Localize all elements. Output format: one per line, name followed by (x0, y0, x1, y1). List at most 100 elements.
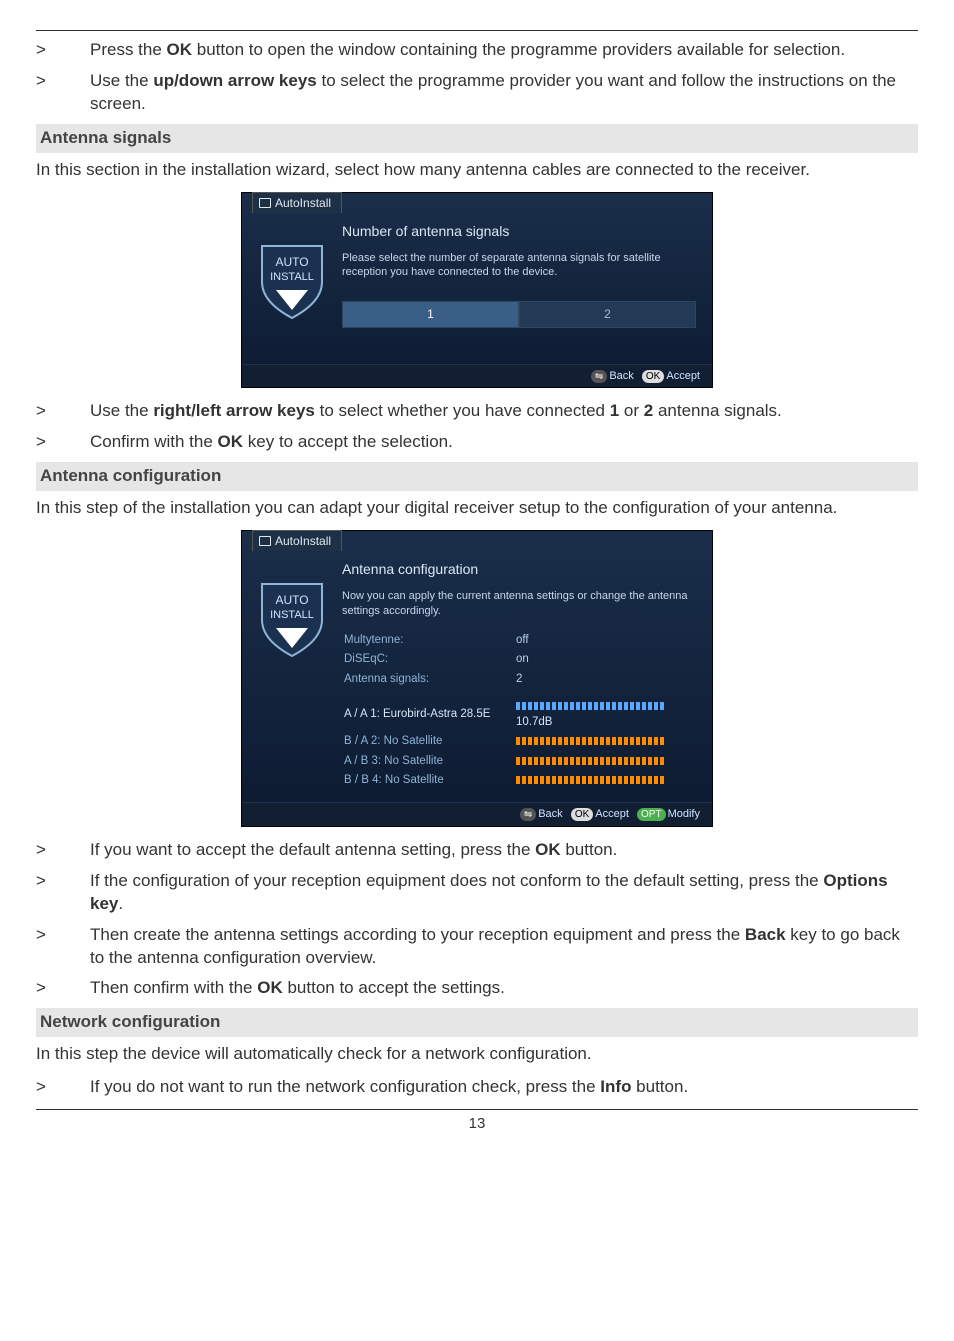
footer-accept: Accept (666, 370, 700, 382)
bullet-text: If you do not want to run the network co… (90, 1076, 918, 1099)
table-row: DiSEqC:on (344, 651, 694, 669)
text: If you do not want to run the network co… (90, 1077, 600, 1096)
bullet-symbol: > (36, 70, 90, 116)
shield-badge: AUTO INSTALL (242, 214, 342, 364)
bullet-item: > Use the right/left arrow keys to selec… (36, 400, 918, 423)
bullet-symbol: > (36, 1076, 90, 1099)
text: Then create the antenna settings accordi… (90, 925, 745, 944)
bullet-text: Then create the antenna settings accordi… (90, 924, 918, 970)
text: Press the (90, 40, 167, 59)
segmented-control[interactable]: 1 2 (342, 301, 696, 327)
page-number: 13 (36, 1114, 918, 1134)
bold: 2 (644, 401, 653, 420)
section-heading-antenna-config: Antenna configuration (36, 462, 918, 491)
text: button. (631, 1077, 688, 1096)
section-heading-network-config: Network configuration (36, 1008, 918, 1037)
window-tab: AutoInstall (252, 530, 342, 551)
bullet-item: > If the configuration of your reception… (36, 870, 918, 916)
bullet-text: Confirm with the OK key to accept the se… (90, 431, 918, 454)
satellite-table: A / A 1: Eurobird-Astra 28.5E 10.7dB B /… (342, 696, 696, 792)
bold: right/left arrow keys (153, 401, 315, 420)
svg-text:AUTO: AUTO (275, 255, 308, 269)
table-row: A / B 3: No Satellite (344, 753, 694, 771)
signal-cell (516, 772, 694, 790)
bullet-item: > Press the OK button to open the window… (36, 39, 918, 62)
sat-label: B / B 4: No Satellite (344, 772, 514, 790)
settings-table: Multytenne:off DiSEqC:on Antenna signals… (342, 630, 696, 691)
text: button to accept the settings. (283, 978, 505, 997)
text: button. (561, 840, 618, 859)
bold: Info (600, 1077, 631, 1096)
table-row: B / A 2: No Satellite (344, 733, 694, 751)
option-2[interactable]: 2 (519, 301, 696, 327)
bullet-text: Use the right/left arrow keys to select … (90, 400, 918, 423)
signal-cell: 10.7dB (516, 698, 694, 731)
footer-back: Back (609, 370, 633, 382)
signal-bar-icon (516, 737, 666, 745)
row-val: off (516, 632, 694, 650)
figure-antenna-config: AutoInstall AUTO INSTALL Antenna configu… (36, 530, 918, 827)
bullet-item: > If you want to accept the default ante… (36, 839, 918, 862)
bullet-text: If you want to accept the default antenn… (90, 839, 918, 862)
text: Use the (90, 71, 153, 90)
footer-accept: Accept (595, 808, 629, 820)
bullet-text: Then confirm with the OK button to accep… (90, 977, 918, 1000)
ok-pill-icon: OK (642, 370, 664, 384)
bullet-symbol: > (36, 39, 90, 62)
bold: 1 (610, 401, 619, 420)
text: antenna signals. (653, 401, 782, 420)
ok-pill-icon: OK (571, 808, 593, 822)
text: to select whether you have connected (315, 401, 610, 420)
row-val: on (516, 651, 694, 669)
text: Then confirm with the (90, 978, 257, 997)
bold: Back (745, 925, 786, 944)
bullet-item: > Confirm with the OK key to accept the … (36, 431, 918, 454)
signal-bar-icon (516, 776, 666, 784)
option-1[interactable]: 1 (342, 301, 519, 327)
row-val: 2 (516, 671, 694, 689)
text: key to accept the selection. (243, 432, 453, 451)
footer-back: Back (538, 808, 562, 820)
shield-icon: AUTO INSTALL (260, 582, 324, 658)
back-pill-icon: ⇋ (520, 808, 536, 822)
bullet-symbol: > (36, 431, 90, 454)
dialog-footer: ⇋Back OKAccept OPTModify (242, 802, 712, 826)
intro-text: In this step the device will automatical… (36, 1043, 918, 1066)
bullet-text: Use the up/down arrow keys to select the… (90, 70, 918, 116)
bullet-symbol: > (36, 839, 90, 862)
svg-text:AUTO: AUTO (275, 593, 308, 607)
svg-text:INSTALL: INSTALL (270, 609, 314, 621)
intro-text: In this step of the installation you can… (36, 497, 918, 520)
dialog-desc: Please select the number of separate ant… (342, 251, 696, 280)
db-value: 10.7dB (516, 716, 552, 728)
intro-text: In this section in the installation wiza… (36, 159, 918, 182)
bullet-symbol: > (36, 400, 90, 423)
bullet-text: Press the OK button to open the window c… (90, 39, 918, 62)
shield-icon: AUTO INSTALL (260, 244, 324, 320)
bold: OK (218, 432, 244, 451)
text: Confirm with the (90, 432, 218, 451)
bullet-item: > If you do not want to run the network … (36, 1076, 918, 1099)
window-tab: AutoInstall (252, 192, 342, 213)
bullet-text: If the configuration of your reception e… (90, 870, 918, 916)
bold: OK (167, 40, 193, 59)
bullet-symbol: > (36, 977, 90, 1000)
sat-label: A / A 1: Eurobird-Astra 28.5E (344, 698, 514, 731)
section-heading-antenna-signals: Antenna signals (36, 124, 918, 153)
text: If the configuration of your reception e… (90, 871, 823, 890)
back-pill-icon: ⇋ (591, 370, 607, 384)
dialog-desc: Now you can apply the current antenna se… (342, 589, 696, 618)
top-rule (36, 30, 918, 31)
bullet-symbol: > (36, 924, 90, 970)
text: Use the (90, 401, 153, 420)
signal-bar-icon (516, 757, 666, 765)
shield-badge: AUTO INSTALL (242, 552, 342, 802)
table-row: A / A 1: Eurobird-Astra 28.5E 10.7dB (344, 698, 694, 731)
row-key: DiSEqC: (344, 651, 514, 669)
row-key: Multytenne: (344, 632, 514, 650)
opt-pill-icon: OPT (637, 808, 666, 822)
sat-label: B / A 2: No Satellite (344, 733, 514, 751)
svg-text:INSTALL: INSTALL (270, 271, 314, 283)
signal-cell (516, 733, 694, 751)
text: . (118, 894, 123, 913)
